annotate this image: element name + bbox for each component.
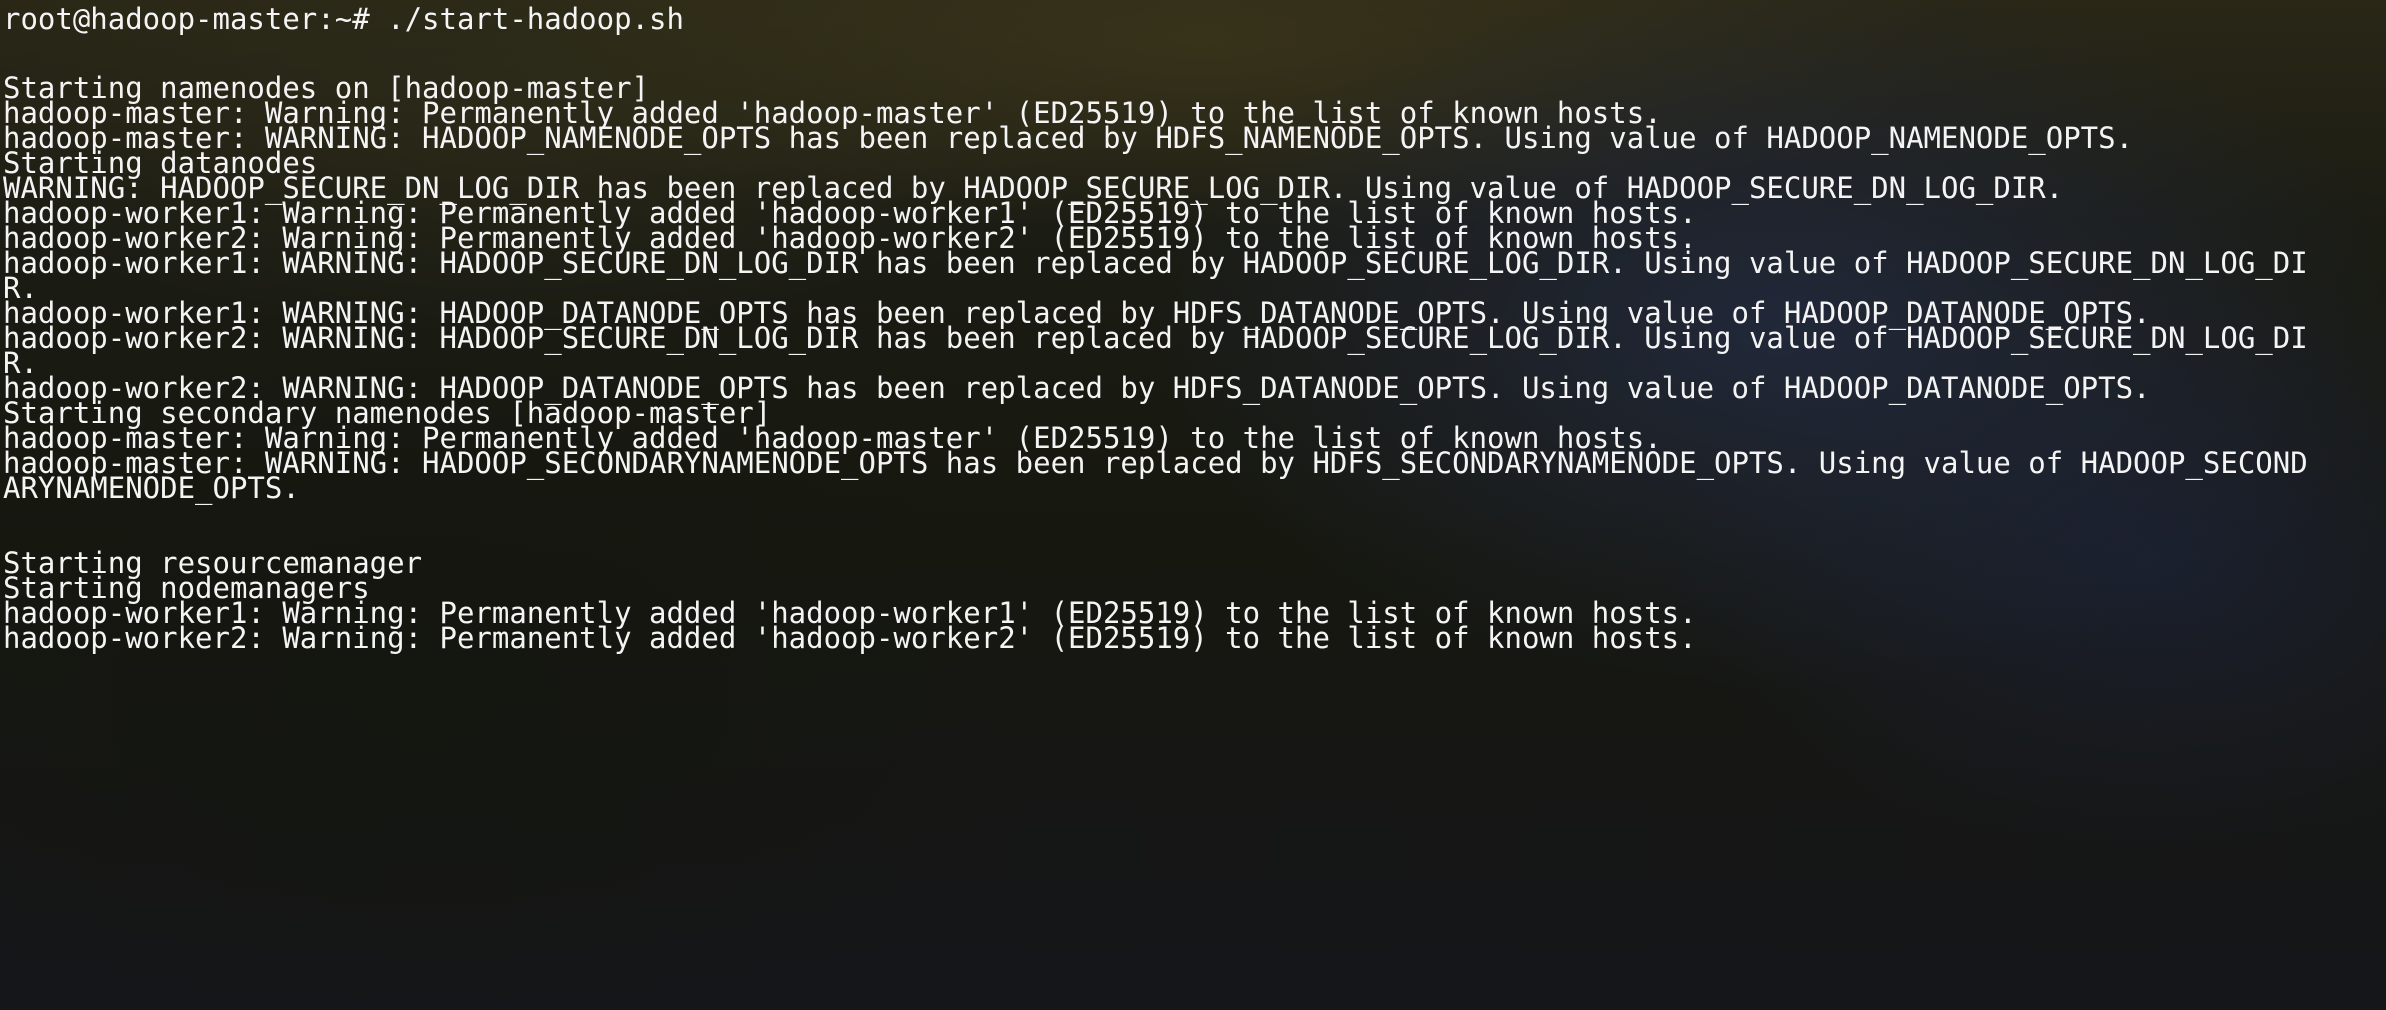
output-line: hadoop-master: WARNING: HADOOP_SECONDARY… bbox=[3, 446, 2308, 480]
output-line: hadoop-worker2: Warning: Permanently add… bbox=[3, 621, 1697, 655]
output-line: hadoop-worker2: WARNING: HADOOP_SECURE_D… bbox=[3, 321, 2308, 355]
output-line: hadoop-worker1: WARNING: HADOOP_SECURE_D… bbox=[3, 246, 2308, 280]
terminal-window[interactable]: root@hadoop-master:~# ./start-hadoop.sh … bbox=[0, 0, 2386, 1010]
output-line: hadoop-master: WARNING: HADOOP_NAMENODE_… bbox=[3, 121, 2134, 155]
output-line: ARYNAMENODE_OPTS. bbox=[3, 471, 300, 505]
command-prompt-line[interactable]: root@hadoop-master:~# ./start-hadoop.sh bbox=[3, 0, 684, 38]
